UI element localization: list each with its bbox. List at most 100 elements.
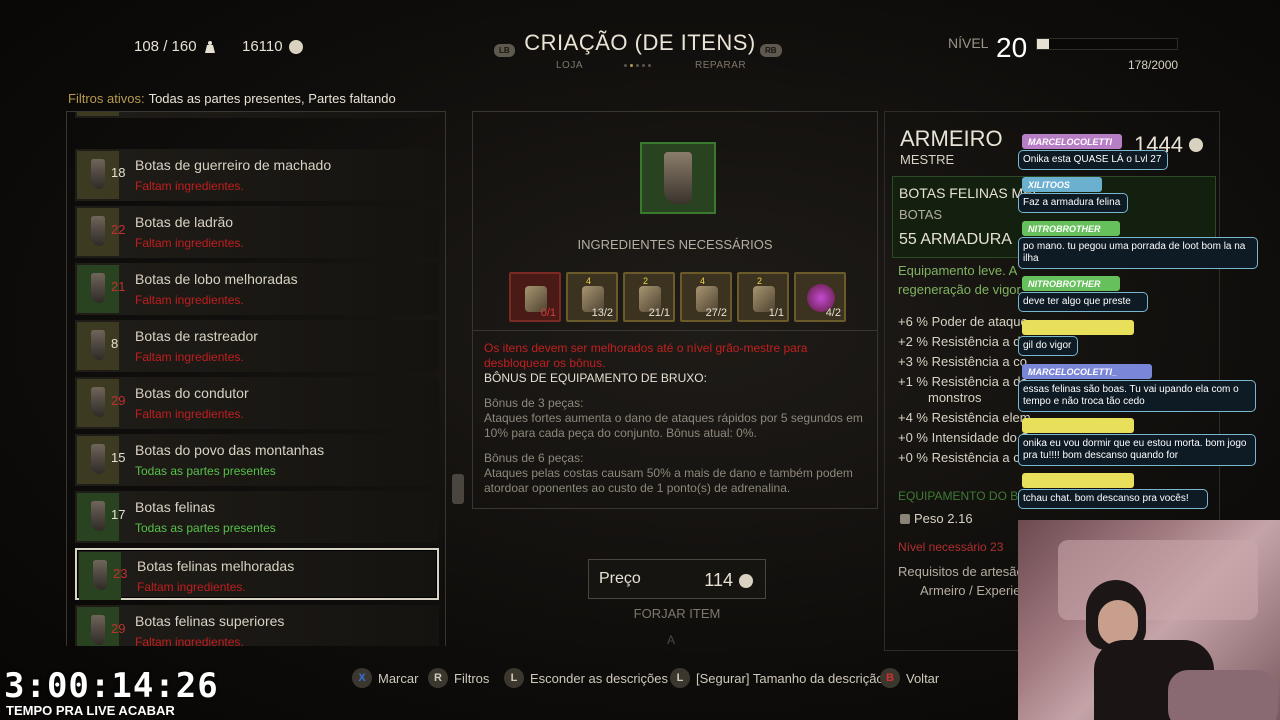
filters-label: Filtros ativos: (68, 91, 145, 106)
recipe-list[interactable]: Faltam ingredientes. 18 Botas de guerreiro… (66, 111, 446, 646)
hint-label: Filtros (454, 670, 490, 686)
recipe-name: Botas do condutor (135, 385, 249, 401)
boots-icon (91, 273, 105, 303)
item-type: BOTAS (899, 207, 943, 222)
recipe-row[interactable]: 17 Botas felinas Todas as partes presentes (75, 491, 439, 543)
hint-2[interactable]: L Esconder as descrições (504, 668, 668, 688)
boots-icon (91, 387, 105, 417)
required-level: Nível necessário 23 (898, 540, 1004, 554)
hint-0[interactable]: X Marcar (352, 668, 418, 688)
chat-message: Onika esta QUASE LÁ o Lvl 27 (1018, 150, 1168, 170)
boots-icon (91, 615, 105, 645)
recipe-level: 23 (113, 566, 128, 581)
boots-icon (93, 560, 107, 590)
boots-icon (91, 330, 105, 360)
price-value: 114 (704, 570, 733, 590)
boots-icon (91, 216, 105, 246)
recipe-row[interactable]: 18 Botas de guerreiro de machado Faltam in… (75, 149, 439, 201)
scrollbar[interactable] (452, 474, 464, 504)
recipe-level: 18 (111, 165, 126, 180)
item-armor: 55 ARMADURA (899, 231, 1012, 248)
ingredient-tier: 4 (700, 276, 706, 286)
chat-message: onika eu vou dormir que eu estou morta. … (1018, 434, 1256, 466)
tab-loja[interactable]: LOJA (556, 60, 583, 71)
recipe-row[interactable]: Faltam ingredientes. (75, 112, 439, 118)
a-button-icon: A (667, 633, 676, 647)
hint-4[interactable]: B Voltar (880, 668, 939, 688)
webcam-feed (1018, 520, 1280, 720)
recipe-level: 29 (111, 621, 126, 636)
recipe-row[interactable]: 29 Botas felinas superiores Faltam ingredi… (75, 605, 439, 646)
bonus3-title: Bônus de 3 peças: (484, 396, 584, 410)
ingredient-count: 13/2 (591, 307, 613, 319)
active-filters[interactable]: Filtros ativos: Todas as partes presentes… (68, 91, 396, 106)
boots-icon (664, 152, 692, 204)
ingredient-slot[interactable]: 2 21/1 (623, 272, 675, 322)
recipe-name: Botas felinas superiores (135, 613, 285, 629)
recipe-level: 15 (111, 450, 126, 465)
boots-icon (91, 501, 105, 531)
bonus3-text: Ataques fortes aumenta o dano de ataques… (484, 411, 863, 440)
recipe-row[interactable]: 15 Botas do povo das montanhas Todas as pa… (75, 434, 439, 486)
tab-reparar[interactable]: REPARAR (695, 60, 746, 71)
ingredients-title: INGREDIENTES NECESSÁRIOS (577, 237, 773, 252)
set-label: EQUIPAMENTO DO BRU (898, 489, 1036, 503)
chat-message: po mano. tu pegou uma porrada de loot bo… (1018, 237, 1258, 269)
chat-username: MARCELOCOLETTI_ (1022, 364, 1152, 379)
stream-timer: 3:00:14:26 (4, 666, 219, 706)
recipe-row[interactable]: 22 Botas de ladrão Faltam ingredientes. (75, 206, 439, 258)
chat-username: NITROBROTHER (1022, 221, 1120, 236)
boots-icon (91, 444, 105, 474)
recipe-row[interactable]: 23 Botas felinas melhoradas Faltam ingredi… (75, 548, 439, 600)
recipe-status: Faltam ingredientes. (135, 407, 244, 421)
craftsman-title: ARMEIRO (900, 126, 1003, 151)
weight-icon (900, 513, 910, 524)
ingredient-slot[interactable]: 4/2 (794, 272, 846, 322)
craftsman-rank: MESTRE (900, 152, 955, 167)
chat-username: MARCELOCOLETTI (1022, 134, 1122, 149)
level-label: NÍVEL (948, 35, 989, 51)
ingredient-slot[interactable]: 4 27/2 (680, 272, 732, 322)
controller-button-icon: R (428, 668, 448, 688)
recipe-name: Botas do povo das montanhas (135, 442, 325, 458)
coin-icon (739, 573, 753, 588)
ingredient-slot[interactable]: 4 13/2 (566, 272, 618, 322)
price-label: Preço (599, 570, 641, 587)
ingredient-slot[interactable]: 0/1 (509, 272, 561, 322)
xp-value: 178/2000 (1128, 58, 1179, 72)
stream-timer-label: TEMPO PRA LIVE ACABAR (6, 703, 175, 718)
controller-button-icon: L (504, 668, 524, 688)
chat-message: deve ter algo que preste (1018, 292, 1148, 312)
forge-item-button[interactable]: FORJAR ITEM (588, 606, 766, 621)
recipe-row[interactable]: 8 Botas de rastreador Faltam ingredientes. (75, 320, 439, 372)
item-weight: Peso 2.16 (900, 511, 973, 526)
price-value-wrap: 114 (704, 570, 753, 591)
recipe-status: Faltam ingredientes. (135, 236, 244, 250)
hint-3[interactable]: L [Segurar] Tamanho da descrição (670, 668, 884, 688)
item-desc-2: regeneração de vigor (898, 282, 1021, 297)
stat-line: +0 % Intensidade do S (898, 430, 1030, 445)
ingredient-slot[interactable]: 2 1/1 (737, 272, 789, 322)
weight-text: Peso 2.16 (914, 511, 973, 526)
recipe-name: Botas de lobo melhoradas (135, 271, 298, 287)
chat-username (1022, 473, 1134, 488)
stat-line: +3 % Resistência a co (898, 354, 1027, 369)
bonus-description: Os itens devem ser melhorados até o níve… (472, 330, 878, 508)
recipe-status: Faltam ingredientes. (135, 635, 244, 646)
ingredient-count: 21/1 (648, 307, 670, 319)
xp-bar-fill (1037, 39, 1050, 49)
controller-button-icon: X (352, 668, 372, 688)
chat-username: XILITOOS (1022, 177, 1102, 192)
hint-1[interactable]: R Filtros (428, 668, 489, 688)
tab-dots (624, 64, 651, 67)
recipe-row[interactable]: 21 Botas de lobo melhoradas Faltam ingredi… (75, 263, 439, 315)
stat-line: +2 % Resistência a da (898, 334, 1028, 349)
stat-line: +0 % Resistência a co (898, 450, 1027, 465)
recipe-status: Todas as partes presentes (135, 464, 276, 478)
ingredient-count: 1/1 (768, 307, 784, 319)
recipe-icon (77, 112, 119, 116)
recipe-level: 22 (111, 222, 126, 237)
recipe-row[interactable]: 29 Botas do condutor Faltam ingredientes. (75, 377, 439, 429)
recipe-status: Faltam ingredientes. (135, 293, 244, 307)
controller-button-icon: B (880, 668, 900, 688)
